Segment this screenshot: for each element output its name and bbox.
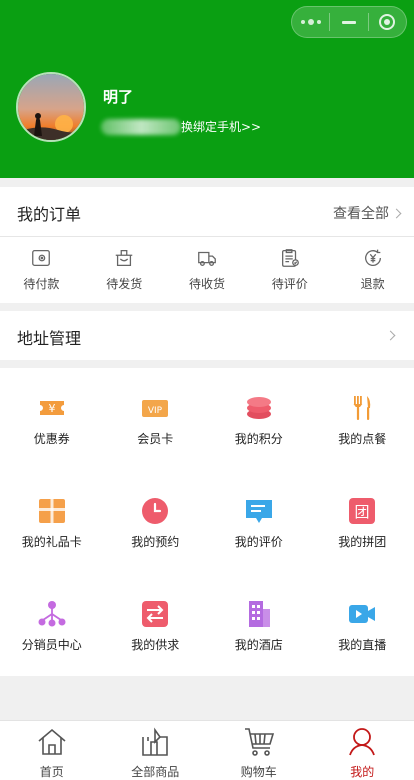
avatar[interactable] [16, 72, 86, 142]
video-camera-icon [349, 605, 376, 623]
order-pending-review[interactable]: 待评价 [248, 237, 331, 303]
service-label: 我的点餐 [338, 432, 387, 446]
vip-card-icon: VIP [142, 400, 169, 417]
close-capsule-button[interactable] [369, 7, 406, 37]
order-pending-payment[interactable]: 待付款 [0, 237, 83, 303]
tab-home[interactable]: 首页 [0, 721, 104, 780]
chevron-right-icon [391, 208, 402, 218]
service-appointment[interactable]: 我的预约 [104, 471, 208, 574]
service-reviews[interactable]: 我的评价 [207, 471, 311, 574]
service-distribution-center[interactable]: 分销员中心 [0, 574, 104, 677]
order-status-label: 待收货 [188, 277, 225, 291]
tab-cart[interactable]: 购物车 [207, 721, 311, 780]
service-supply-demand[interactable]: 我的供求 [104, 574, 208, 677]
service-ordering[interactable]: 我的点餐 [311, 368, 414, 471]
address-title: 地址管理 [17, 329, 82, 348]
tab-label: 购物车 [240, 765, 277, 779]
order-status-label: 退款 [360, 277, 385, 291]
service-label: 分销员中心 [21, 638, 82, 652]
svg-text:¥: ¥ [48, 402, 55, 415]
more-menu-button[interactable] [292, 7, 329, 37]
chevron-right-icon [385, 330, 396, 341]
more-dots-icon [300, 19, 321, 25]
group-buy-icon: 团 [349, 498, 376, 524]
mini-program-capsule [291, 6, 407, 38]
service-label: 我的拼团 [338, 535, 387, 549]
service-vip-card[interactable]: VIP 会员卡 [104, 368, 208, 471]
svg-text:团: 团 [355, 503, 370, 521]
shop-bag-icon [142, 727, 169, 756]
order-refund[interactable]: 退款 [331, 237, 414, 303]
clock-icon [142, 498, 169, 524]
gift-card-icon [38, 499, 65, 523]
order-status-label: 待付款 [23, 277, 60, 291]
service-group-buy[interactable]: 团 我的拼团 [311, 471, 414, 574]
service-label: 我的积分 [234, 432, 283, 446]
orders-title: 我的订单 [17, 205, 82, 224]
service-label: 我的预约 [131, 535, 180, 549]
tab-label: 我的 [350, 765, 375, 779]
view-all-label: 查看全部 [333, 206, 389, 222]
minimize-button[interactable] [330, 7, 367, 37]
order-status-label: 待发货 [106, 277, 143, 291]
service-points[interactable]: 我的积分 [207, 368, 311, 471]
service-hotel[interactable]: 我的酒店 [207, 574, 311, 677]
orders-header: 我的订单 查看全部 [0, 187, 414, 237]
review-clipboard-icon [281, 249, 299, 267]
hotel-building-icon [248, 601, 270, 627]
phone-row[interactable]: 换绑定手机>> [101, 118, 261, 135]
service-label: 我的酒店 [234, 638, 283, 652]
home-icon [38, 728, 66, 755]
service-gift-card[interactable]: 我的礼品卡 [0, 471, 104, 574]
user-icon [349, 728, 376, 756]
truck-icon [198, 251, 216, 266]
cart-icon [244, 728, 274, 756]
order-status-label: 待评价 [271, 277, 308, 291]
minus-icon [341, 20, 356, 24]
comment-icon [245, 500, 272, 523]
order-pending-shipment[interactable]: 待发货 [83, 237, 166, 303]
order-pending-receipt[interactable]: 待收货 [166, 237, 249, 303]
order-status-row: 待付款 待发货 待收货 待评价 退款 [0, 237, 414, 303]
svg-text:VIP: VIP [148, 406, 163, 416]
service-live-stream[interactable]: 我的直播 [311, 574, 414, 677]
refund-yen-icon [364, 249, 381, 266]
tab-label: 全部商品 [131, 765, 180, 779]
target-icon [379, 14, 396, 30]
service-coupon[interactable]: ¥ 优惠券 [0, 368, 104, 471]
service-label: 我的评价 [234, 535, 283, 549]
tab-mine[interactable]: 我的 [311, 721, 414, 780]
fork-knife-icon [353, 396, 371, 420]
masked-phone-number [101, 118, 181, 135]
tab-label: 首页 [39, 765, 64, 779]
coupon-icon: ¥ [39, 401, 64, 415]
service-label: 我的礼品卡 [21, 535, 82, 549]
wallet-icon [32, 250, 51, 266]
services-grid: ¥ 优惠券 VIP 会员卡 我的积分 我的点餐 我的礼品卡 我的预约 我的评价 … [0, 368, 414, 676]
package-icon [115, 250, 133, 266]
view-all-orders-link[interactable]: 查看全部 [333, 203, 402, 223]
bottom-tab-bar: 首页 全部商品 购物车 我的 [0, 720, 414, 780]
username: 明了 [103, 88, 134, 106]
tab-all-products[interactable]: 全部商品 [104, 721, 208, 780]
exchange-icon [142, 601, 169, 627]
distribution-network-icon [38, 601, 66, 627]
service-label: 我的供求 [131, 638, 180, 652]
rebind-phone-link[interactable]: 换绑定手机>> [181, 118, 261, 135]
profile-header: 明了 换绑定手机>> [0, 0, 414, 178]
service-label: 我的直播 [338, 638, 387, 652]
address-management-row[interactable]: 地址管理 [0, 311, 414, 360]
points-stack-icon [246, 397, 271, 419]
service-label: 优惠券 [33, 432, 70, 446]
service-label: 会员卡 [137, 432, 174, 446]
